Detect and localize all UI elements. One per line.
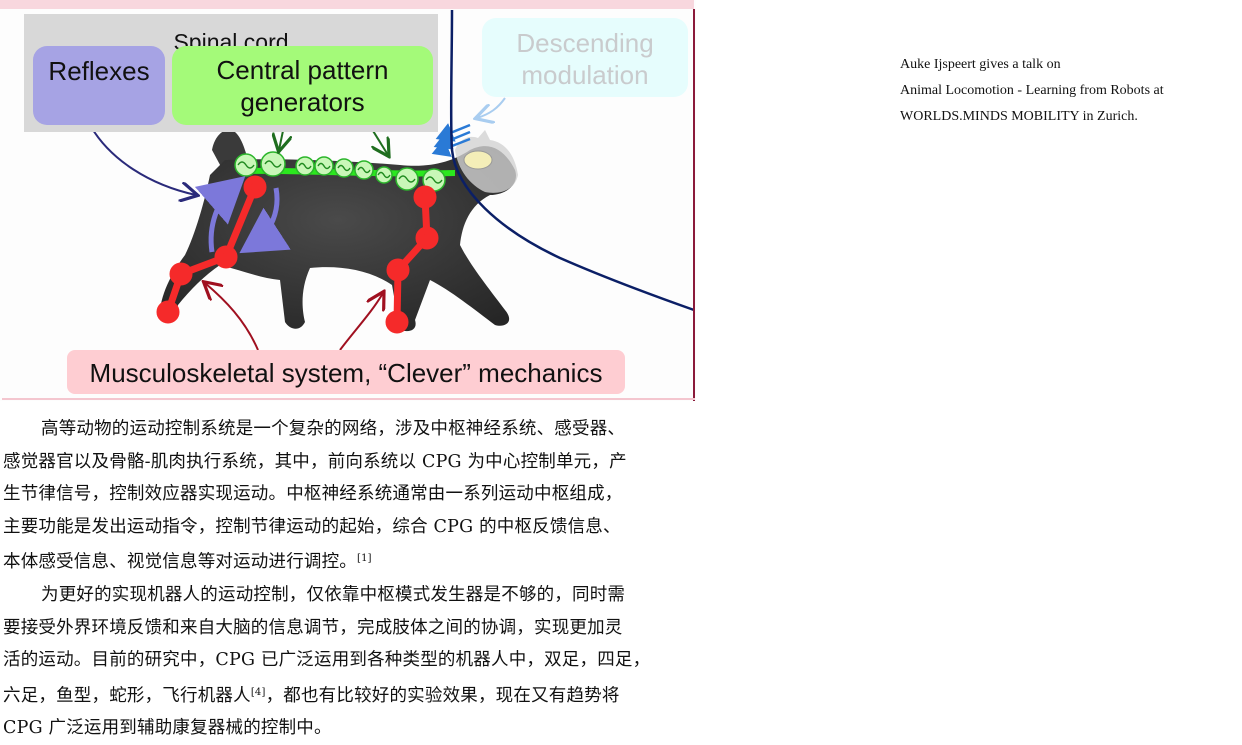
figure-cpg-diagram: Spinal cord Reflexes Central pattern gen… (0, 0, 696, 401)
caption-line: Auke Ijspeert gives a talk on (900, 57, 1061, 72)
text-line: 本体感受信息、视觉信息等对运动进行调控。[1] (3, 543, 696, 579)
reflex-arrow (89, 124, 196, 195)
text-line: 高等动物的运动控制系统是一个复杂的网络，涉及中枢神经系统、感受器、 (41, 419, 626, 439)
text-line: 六足，鱼型，蛇形，飞行机器人[4]，都也有比较好的实验效果，现在又有趋势将 (3, 677, 696, 713)
musculoskeletal-arrow-right (339, 293, 383, 351)
figure-right-border (693, 9, 695, 401)
paragraph-2: 为更好的实现机器人的运动控制，仅依靠中枢模式发生器是不够的，同时需 要接受外界环… (3, 579, 696, 745)
text-line: 感觉器官以及骨骼-肌肉执行系统，其中，前向系统以 CPG 为中心控制单元，产 (3, 451, 627, 472)
musculoskeletal-label: Musculoskeletal system, “Clever” mechani… (89, 358, 603, 388)
text-line: CPG 广泛运用到辅助康复器械的控制中。 (3, 718, 332, 739)
cpg-box: Central pattern generators (172, 46, 433, 125)
text-line: 生节律信号，控制效应器实现运动。中枢神经系统通常由一系列运动中枢组成， (3, 484, 623, 505)
descending-label-line2: modulation (521, 60, 649, 90)
cpg-label-line1: Central pattern (216, 55, 389, 85)
reflexes-box: Reflexes (33, 46, 165, 125)
figure-caption: Auke Ijspeert gives a talk on Animal Loc… (900, 52, 1230, 130)
descending-arrow-light (477, 97, 506, 118)
body-text: 高等动物的运动控制系统是一个复杂的网络，涉及中枢神经系统、感受器、 感觉器官以及… (3, 413, 696, 745)
cpg-label-line2: generators (240, 87, 365, 117)
caption-line: Animal Locomotion - Learning from Robots… (900, 83, 1164, 98)
brain-icon (463, 150, 493, 170)
figure-bottom-border (2, 398, 695, 400)
paragraph-1: 高等动物的运动控制系统是一个复杂的网络，涉及中枢神经系统、感受器、 感觉器官以及… (3, 413, 696, 579)
text-segment: 六足，鱼型，蛇形，飞行机器人 (3, 685, 251, 706)
text-line: 活的运动。目前的研究中，CPG 已广泛运用到各种类型的机器人中，双足，四足， (3, 650, 651, 671)
reflexes-label: Reflexes (48, 56, 150, 86)
descending-label-line1: Descending (516, 28, 654, 58)
text-line: 要接受外界环境反馈和来自大脑的信息调节，完成肢体之间的协调，实现更加灵 (3, 617, 623, 638)
text-segment: ，都也有比较好的实验效果，现在又有趋势将 (265, 685, 620, 706)
text-line: 为更好的实现机器人的运动控制，仅依靠中枢模式发生器是不够的，同时需 (41, 584, 626, 605)
text-line: 主要功能是发出运动指令，控制节律运动的起始，综合 CPG 的中枢反馈信息、 (3, 516, 621, 537)
descending-modulation-label: Descending modulation (482, 27, 688, 91)
cpg-label: Central pattern generators (172, 54, 433, 118)
caption-line: WORLDS.MINDS MOBILITY in Zurich. (900, 109, 1138, 124)
descending-modulation-box: Descending modulation (482, 18, 688, 97)
citation-link[interactable]: [4] (251, 687, 266, 698)
musculoskeletal-box: Musculoskeletal system, “Clever” mechani… (67, 350, 625, 394)
citation-link[interactable]: [1] (357, 553, 372, 564)
text-segment: 本体感受信息、视觉信息等对运动进行调控。 (3, 552, 357, 573)
musculoskeletal-arrow-left (205, 283, 259, 351)
